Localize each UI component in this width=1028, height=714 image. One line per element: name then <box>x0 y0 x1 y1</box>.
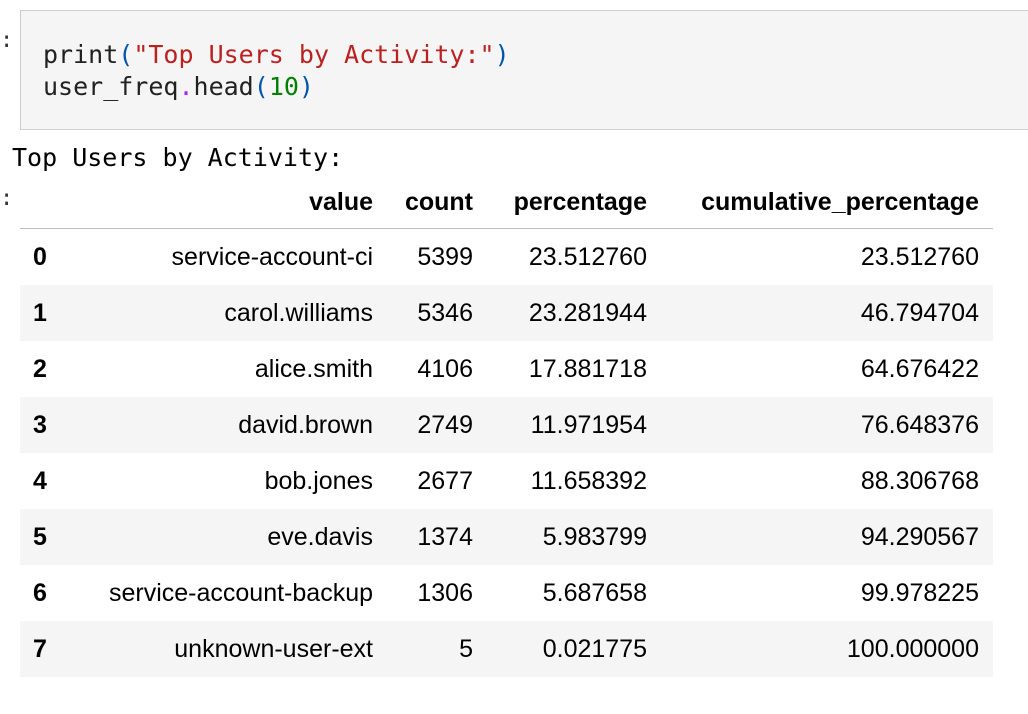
code-token: "Top Users by Activity:" <box>133 40 495 69</box>
table-row: 4 bob.jones 2677 11.658392 88.306768 <box>20 453 993 509</box>
dataframe-table: value count percentage cumulative_percen… <box>20 176 993 677</box>
cell-value: eve.davis <box>267 522 373 551</box>
cell-stdout: Top Users by Activity: <box>12 143 344 172</box>
code-token: . <box>178 72 194 101</box>
cell-percentage: 23.512760 <box>528 242 647 271</box>
cell-percentage: 23.281944 <box>528 298 647 327</box>
table-row: 2 alice.smith 4106 17.881718 64.676422 <box>20 341 993 397</box>
code-cell-editor[interactable]: print("Top Users by Activity:") user_freq… <box>20 10 1028 130</box>
row-index: 3 <box>33 410 47 439</box>
cell-count: 2749 <box>417 410 473 439</box>
cell-cumulative-percentage: 46.794704 <box>860 298 979 327</box>
row-index: 5 <box>33 522 47 551</box>
cell-percentage: 0.021775 <box>542 634 647 663</box>
cell-percentage: 17.881718 <box>528 354 647 383</box>
cell-cumulative-percentage: 100.000000 <box>846 634 979 663</box>
cell-count: 1306 <box>417 578 473 607</box>
table-row: 3 david.brown 2749 11.971954 76.648376 <box>20 397 993 453</box>
index-header <box>20 176 77 229</box>
code-token: ) <box>494 40 510 69</box>
cell-count: 5 <box>459 634 473 663</box>
table-header-row: value count percentage cumulative_percen… <box>20 176 993 229</box>
table-body: 0 service-account-ci 5399 23.512760 23.51276… <box>20 229 993 677</box>
code-token: print <box>43 40 119 69</box>
code-token: 10 <box>268 72 299 101</box>
cell-value: carol.williams <box>224 298 373 327</box>
row-index: 0 <box>33 242 47 271</box>
code-line: user_freq.head(10) <box>43 71 1028 103</box>
column-header-percentage: percentage <box>487 176 661 229</box>
cell-cumulative-percentage: 23.512760 <box>860 242 979 271</box>
table-row: 5 eve.davis 1374 5.983799 94.290567 <box>20 509 993 565</box>
cell-cumulative-percentage: 99.978225 <box>860 578 979 607</box>
row-index: 4 <box>33 466 47 495</box>
cell-percentage: 11.658392 <box>530 466 647 495</box>
code-token: user_freq <box>43 72 179 101</box>
cell-count: 5346 <box>417 298 473 327</box>
cell-value: bob.jones <box>264 466 373 495</box>
row-index: 6 <box>33 578 47 607</box>
cell-value: alice.smith <box>254 354 373 383</box>
cell-cumulative-percentage: 88.306768 <box>860 466 979 495</box>
output-prompt-marker: : <box>0 186 14 211</box>
input-prompt-marker: : <box>0 28 14 53</box>
cell-value: service-account-ci <box>171 242 373 271</box>
table-row: 6 service-account-backup 1306 5.687658 99.97… <box>20 565 993 621</box>
cell-percentage: 5.983799 <box>542 522 647 551</box>
row-index: 2 <box>33 354 47 383</box>
cell-cumulative-percentage: 76.648376 <box>860 410 979 439</box>
table-row: 1 carol.williams 5346 23.281944 46.794704 <box>20 285 993 341</box>
column-header-cumulative-percentage: cumulative_percentage <box>661 176 993 229</box>
row-index: 7 <box>33 634 47 663</box>
cell-count: 5399 <box>417 242 473 271</box>
code-token: head <box>193 72 254 101</box>
cell-count: 4106 <box>417 354 473 383</box>
code-token: ( <box>253 72 269 101</box>
code-token: ) <box>298 72 314 101</box>
column-header-value: value <box>77 176 387 229</box>
cell-value: service-account-backup <box>108 578 373 607</box>
cell-cumulative-percentage: 94.290567 <box>860 522 979 551</box>
column-header-count: count <box>387 176 487 229</box>
cell-value: unknown-user-ext <box>174 634 373 663</box>
table-row: 0 service-account-ci 5399 23.512760 23.51276… <box>20 229 993 286</box>
code-token: ( <box>118 40 134 69</box>
cell-count: 1374 <box>417 522 473 551</box>
table-row: 7 unknown-user-ext 5 0.021775 100.000000 <box>20 621 993 677</box>
cell-percentage: 11.971954 <box>530 410 647 439</box>
cell-cumulative-percentage: 64.676422 <box>860 354 979 383</box>
cell-percentage: 5.687658 <box>542 578 647 607</box>
cell-value: david.brown <box>238 410 373 439</box>
code-line: print("Top Users by Activity:") <box>43 39 1028 71</box>
cell-count: 2677 <box>417 466 473 495</box>
row-index: 1 <box>33 298 47 327</box>
